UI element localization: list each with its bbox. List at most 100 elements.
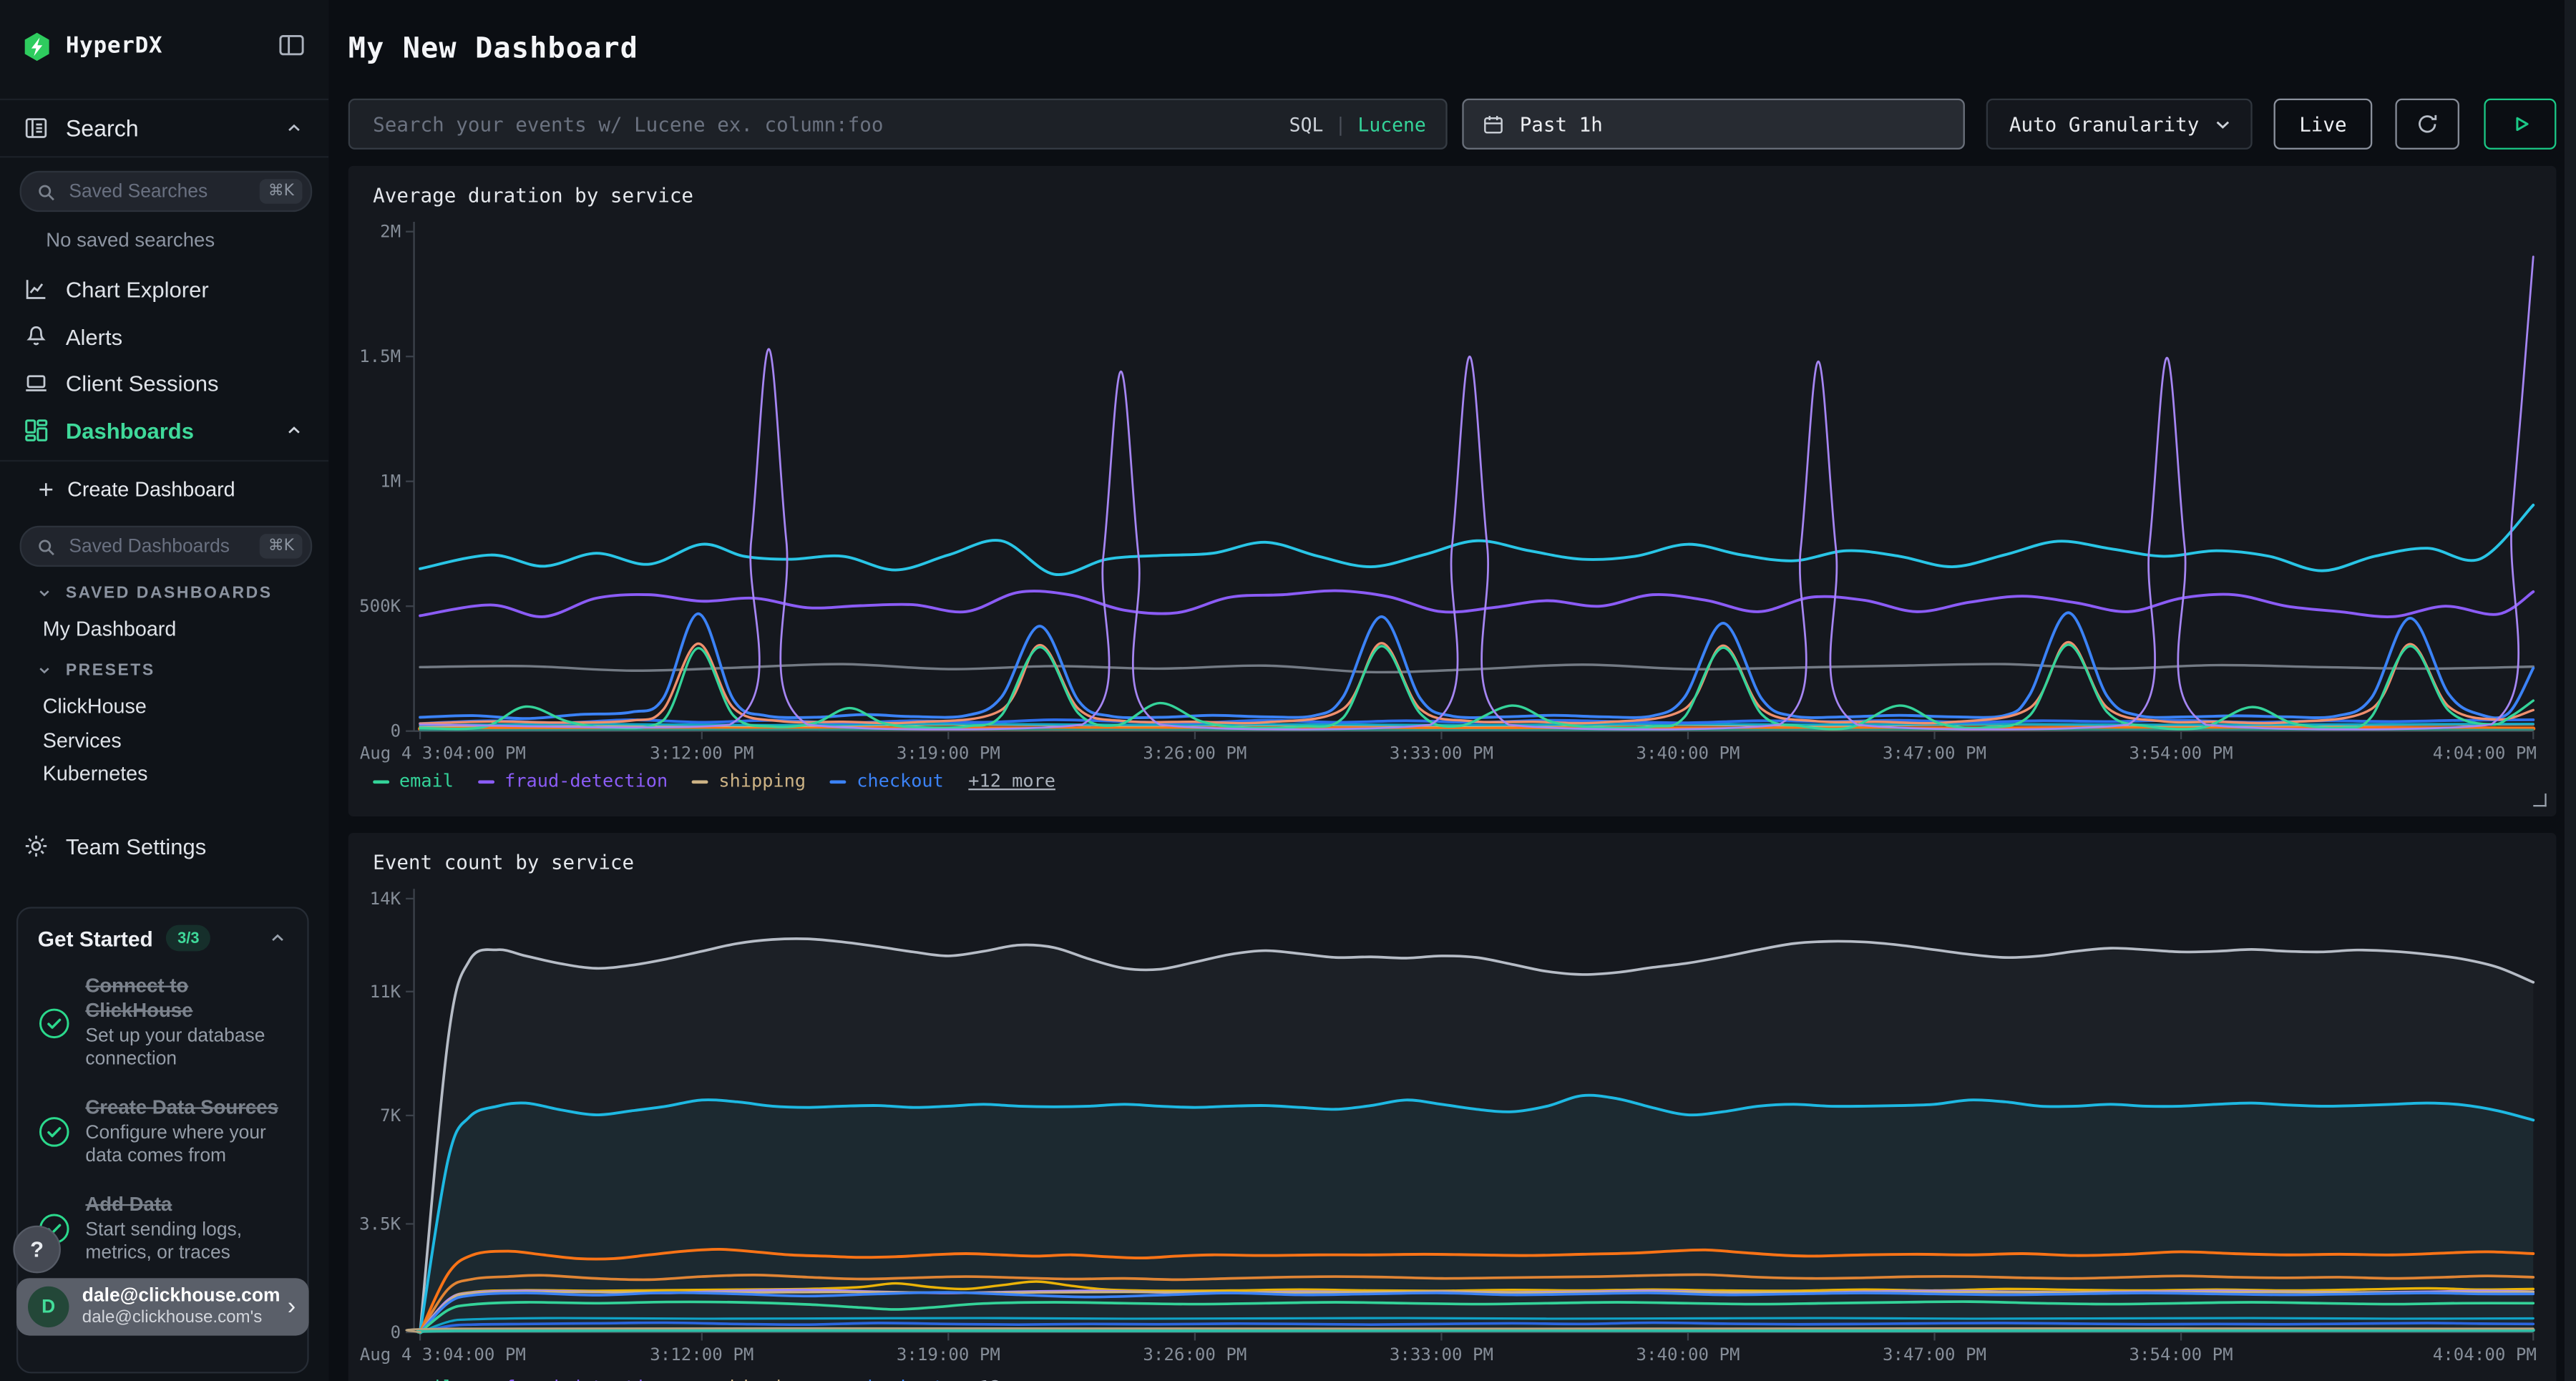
lucene-toggle[interactable]: Lucene: [1357, 112, 1425, 135]
sidebar-item-kubernetes[interactable]: Kubernetes: [43, 762, 148, 785]
sidebar-item-chart-explorer[interactable]: Chart Explorer: [0, 266, 328, 312]
x-tick-label: 3:26:00 PM: [1143, 1345, 1246, 1365]
x-tick-label: 3:12:00 PM: [650, 743, 753, 763]
y-tick-label: 0: [391, 1322, 401, 1342]
x-tick-label: 3:40:00 PM: [1636, 743, 1740, 763]
x-tick-label: 3:19:00 PM: [897, 1345, 1000, 1365]
legend-swatch: [693, 781, 709, 784]
x-tick-label: 4:04:00 PM: [2433, 1345, 2537, 1365]
saved-searches-field[interactable]: [66, 180, 260, 202]
check-circle-icon: [38, 1007, 71, 1040]
legend-label: shipping: [718, 1377, 806, 1381]
main-content: My New Dashboard SQL | Lucene Past 1h Auto…: [328, 0, 2565, 1381]
create-dashboard-label: Create Dashboard: [67, 478, 235, 501]
line-chart[interactable]: 14K11K7K3.5K0Aug 4 3:04:00 PM3:12:00 PM3…: [348, 833, 2557, 1381]
plus-icon: [36, 479, 57, 499]
chart-legend: email fraud-detection shipping checkout +12 …: [373, 771, 1055, 792]
granularity-select[interactable]: Auto Granularity: [1986, 99, 2253, 150]
sidebar-item-team-settings[interactable]: Team Settings: [0, 823, 328, 869]
create-dashboard-button[interactable]: Create Dashboard: [0, 470, 328, 509]
legend-item[interactable]: checkout: [830, 771, 943, 792]
sql-toggle[interactable]: SQL: [1289, 112, 1324, 135]
page-scrollbar[interactable]: [2565, 0, 2576, 1381]
y-tick-label: 2M: [380, 222, 401, 242]
avatar: D: [28, 1287, 69, 1327]
legend-label: checkout: [857, 1377, 944, 1381]
group-presets[interactable]: PRESETS: [0, 657, 328, 683]
checklist-item-add-data[interactable]: Add Data Start sending logs, metrics, or…: [38, 1193, 288, 1267]
group-label: PRESETS: [66, 661, 155, 679]
user-email: dale@clickhouse.com: [82, 1287, 280, 1307]
panel-resize-handle[interactable]: [2533, 794, 2546, 806]
x-tick-label: 4:04:00 PM: [2433, 743, 2537, 763]
legend-item[interactable]: fraud-detection: [478, 1377, 668, 1381]
checklist-item-connect[interactable]: Connect to ClickHouse Set up your databa…: [38, 974, 288, 1073]
page-title: My New Dashboard: [348, 33, 638, 66]
sidebar-item-client-sessions[interactable]: Client Sessions: [0, 360, 328, 406]
series-other-cyan: [420, 505, 2533, 575]
chevron-down-icon: [36, 662, 53, 678]
legend-item[interactable]: email: [373, 771, 454, 792]
user-org: dale@clickhouse.com's: [82, 1308, 280, 1328]
sidebar-item-services[interactable]: Services: [43, 729, 122, 752]
checklist-item-subtitle: Configure where your data comes from: [85, 1122, 287, 1170]
event-search-field[interactable]: [370, 111, 1289, 137]
dashboard-controls: SQL | Lucene Past 1h Auto Granularity Live: [348, 99, 2557, 150]
group-saved-dashboards[interactable]: SAVED DASHBOARDS: [0, 580, 328, 606]
run-query-button[interactable]: [2484, 99, 2556, 150]
sidebar-item-label: Dashboards: [66, 418, 194, 442]
legend-label: email: [399, 1377, 454, 1381]
legend-swatch: [373, 781, 389, 784]
legend-item[interactable]: fraud-detection: [478, 771, 668, 792]
no-saved-searches-text: No saved searches: [46, 228, 215, 251]
chart-explorer-icon: [23, 276, 49, 303]
sidebar-item-dashboards[interactable]: Dashboards: [0, 407, 328, 453]
play-icon: [2508, 112, 2532, 136]
sidebar-item-alerts[interactable]: Alerts: [0, 314, 328, 360]
app-window: HyperDX Search ⌘K: [0, 0, 2576, 1381]
chevron-up-icon[interactable]: [284, 118, 304, 138]
checklist-item-title: Connect to ClickHouse: [85, 974, 287, 1023]
chevron-up-icon[interactable]: [268, 928, 288, 948]
chevron-up-icon[interactable]: [284, 421, 304, 441]
checklist-item-sources[interactable]: Create Data Sources Configure where your…: [38, 1095, 288, 1169]
live-button[interactable]: Live: [2274, 99, 2373, 150]
sidebar-collapse-icon[interactable]: [278, 31, 306, 59]
chevron-down-icon: [36, 585, 53, 601]
sidebar-item-label: Chart Explorer: [66, 277, 209, 301]
saved-dashboards-input[interactable]: ⌘K: [20, 526, 313, 567]
sidebar-item-label: Alerts: [66, 324, 122, 348]
legend-more-link[interactable]: +12 more: [968, 771, 1055, 792]
search-results-icon: [23, 115, 49, 142]
calendar-icon: [1482, 112, 1505, 135]
legend-item[interactable]: email: [373, 1377, 454, 1381]
time-range-picker[interactable]: Past 1h: [1462, 99, 1965, 150]
series-other-grey: [420, 664, 2533, 672]
user-menu[interactable]: D dale@clickhouse.com dale@clickhouse.co…: [16, 1278, 309, 1335]
refresh-button[interactable]: [2395, 99, 2459, 150]
legend-more-link[interactable]: +12 more: [968, 1377, 1055, 1381]
x-tick-label: 3:47:00 PM: [1883, 743, 1986, 763]
sidebar-item-clickhouse[interactable]: ClickHouse: [43, 695, 147, 718]
x-tick-label: 3:19:00 PM: [897, 743, 1000, 763]
x-tick-label: 3:12:00 PM: [650, 1345, 753, 1365]
y-tick-label: 1M: [380, 472, 401, 492]
help-button[interactable]: ?: [13, 1226, 61, 1274]
legend-item[interactable]: shipping: [693, 771, 806, 792]
event-search-input[interactable]: SQL | Lucene: [348, 99, 1448, 150]
x-tick-label: 3:26:00 PM: [1143, 743, 1246, 763]
legend-item[interactable]: shipping: [693, 1377, 806, 1381]
legend-item[interactable]: checkout: [830, 1377, 943, 1381]
sidebar-item-my-dashboard[interactable]: My Dashboard: [43, 618, 177, 640]
x-tick-label: 3:54:00 PM: [2129, 743, 2233, 763]
dashboards-grid-icon: [23, 417, 49, 444]
saved-dashboards-field[interactable]: [66, 535, 260, 557]
sidebar-item-label: Client Sessions: [66, 371, 219, 395]
line-chart[interactable]: 2M1.5M1M500K0Aug 4 3:04:00 PM3:12:00 PM3…: [348, 166, 2557, 816]
query-language-toggle[interactable]: SQL | Lucene: [1289, 112, 1426, 135]
divider: [0, 460, 328, 462]
sidebar-section-search[interactable]: Search: [0, 99, 328, 158]
legend-label: checkout: [857, 771, 944, 792]
saved-searches-input[interactable]: ⌘K: [20, 171, 313, 212]
divider: |: [1335, 112, 1346, 135]
